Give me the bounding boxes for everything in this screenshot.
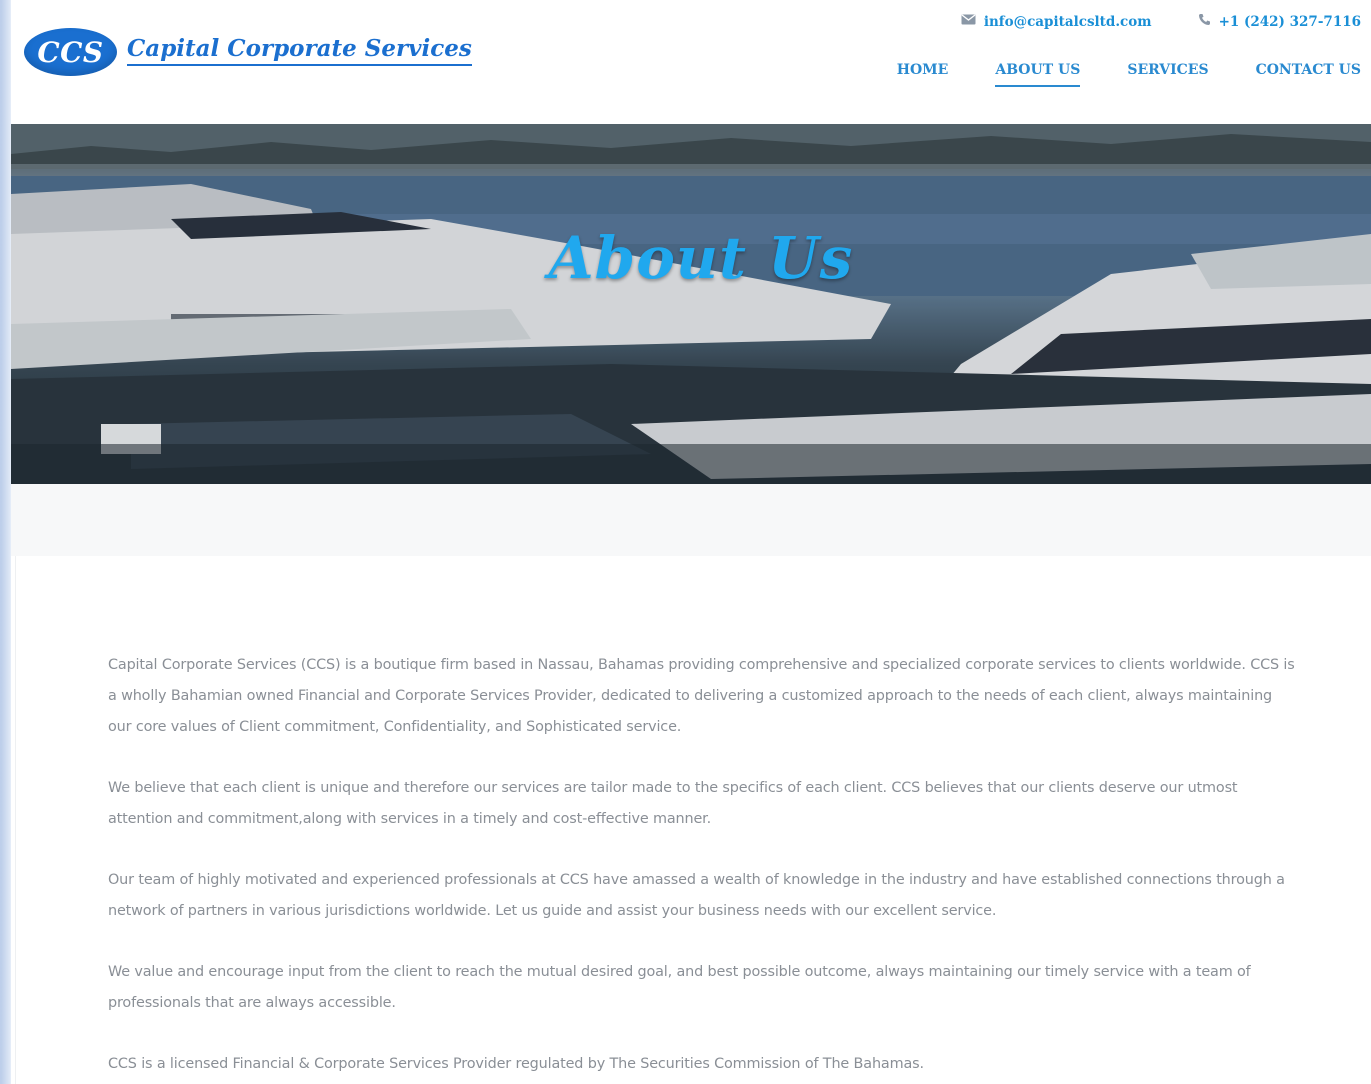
contact-phone-text: +1 (242) 327-7116 <box>1218 13 1361 30</box>
envelope-icon <box>961 14 976 29</box>
about-paragraph: Capital Corporate Services (CCS) is a bo… <box>108 657 1295 735</box>
site-header: CCS Capital Corporate Services info@capi… <box>11 0 1371 124</box>
page-title: About Us <box>548 224 854 292</box>
contact-phone[interactable]: +1 (242) 327-7116 <box>1198 13 1361 30</box>
about-paragraph: We value and encourage input from the cl… <box>108 964 1251 1011</box>
contact-bar: info@capitalcsltd.com +1 (242) 327-7116 <box>961 13 1361 30</box>
nav-item-contact-us[interactable]: CONTACT US <box>1256 62 1361 87</box>
contact-email-text: info@capitalcsltd.com <box>983 13 1152 30</box>
about-paragraph: We believe that each client is unique an… <box>108 780 1238 827</box>
logo-badge: CCS <box>24 28 117 76</box>
nav-item-services[interactable]: SERVICES <box>1127 62 1208 87</box>
nav-item-about-us[interactable]: ABOUT US <box>995 62 1080 87</box>
about-paragraph: Our team of highly motivated and experie… <box>108 872 1285 919</box>
hero-marina-image <box>11 124 1371 484</box>
main-nav: HOME ABOUT US SERVICES CONTACT US <box>897 62 1361 87</box>
logo-company-name: Capital Corporate Services <box>127 37 472 66</box>
about-paragraphs: Capital Corporate Services (CCS) is a bo… <box>108 650 1298 1084</box>
about-content: Capital Corporate Services (CCS) is a bo… <box>15 556 1371 1084</box>
contact-email[interactable]: info@capitalcsltd.com <box>961 13 1152 30</box>
page: CCS Capital Corporate Services info@capi… <box>11 0 1371 1084</box>
phone-icon <box>1198 13 1211 30</box>
nav-item-home[interactable]: HOME <box>897 62 949 87</box>
about-paragraph: CCS is a licensed Financial & Corporate … <box>108 1056 924 1072</box>
site-logo[interactable]: CCS Capital Corporate Services <box>24 27 472 77</box>
hero-banner: About Us <box>11 124 1371 484</box>
section-spacer <box>11 484 1371 556</box>
